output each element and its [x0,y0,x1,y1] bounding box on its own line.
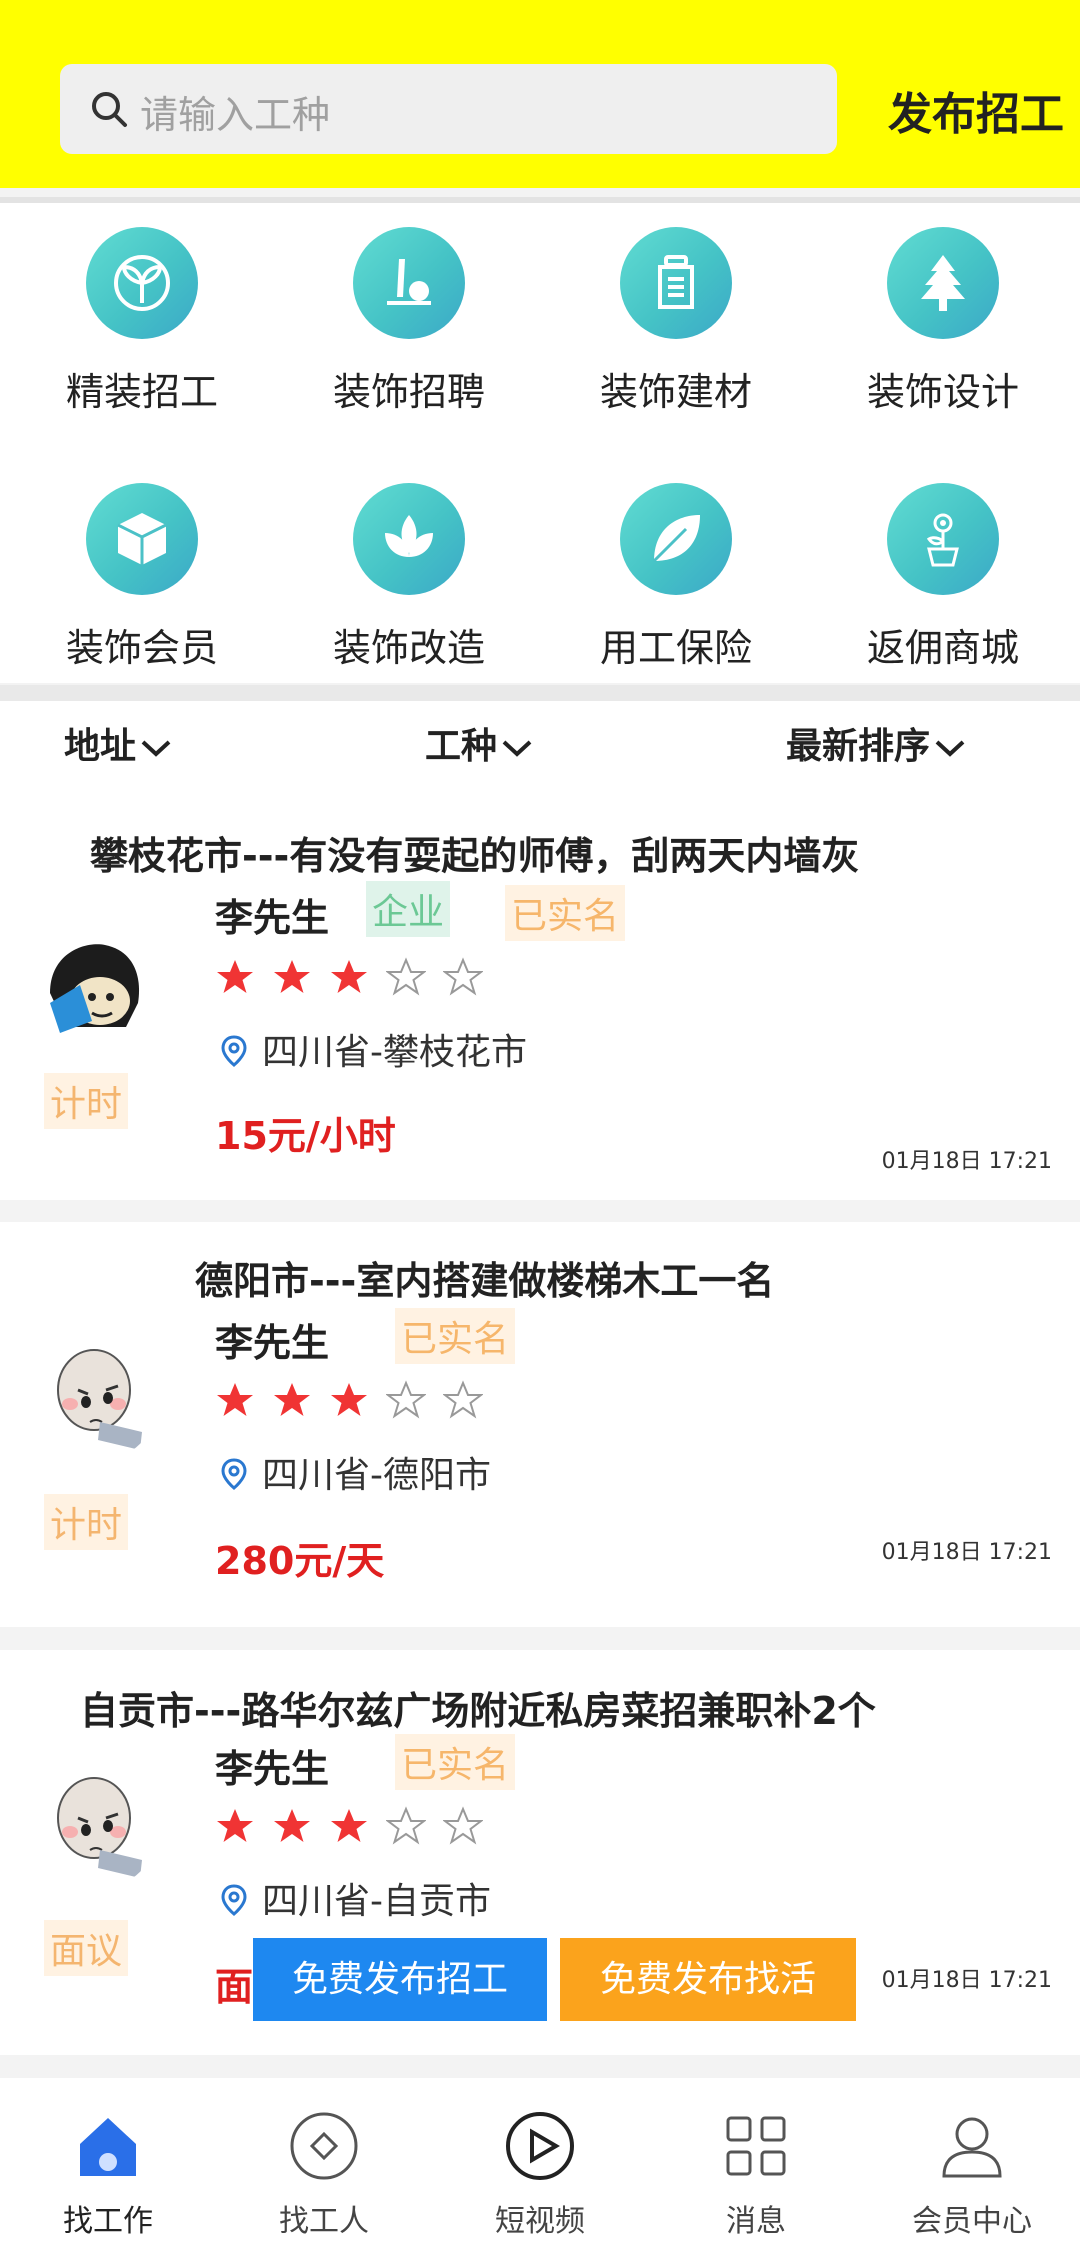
star-empty-icon [442,957,484,996]
star-empty-icon [385,1380,427,1419]
filter-work-type[interactable]: 工种 [425,717,533,769]
job-time: 01月18日 17:21 [881,1968,1052,1993]
user-icon [942,2117,1002,2178]
filter-sort[interactable]: 最新排序 [786,717,966,769]
category-item-shangcheng[interactable]: 返佣商城 [808,483,1078,672]
tab-member-center[interactable]: 会员中心 [864,2108,1080,2240]
star-empty-icon [442,1380,484,1419]
star-filled-icon [274,1383,310,1416]
star-filled-icon [274,1809,310,1842]
location-pin-icon [221,1884,247,1916]
job-title: 自贡市---路华尔兹广场附近私房菜招兼职补2个 [80,1689,876,1733]
star-filled-icon [217,1383,253,1416]
location-pin-icon [221,1458,247,1490]
avatar [30,1332,160,1462]
verified-badge: 已实名 [395,1734,516,1790]
star-filled-icon [217,1809,253,1842]
job-time: 01月18日 17:21 [881,1149,1052,1174]
pay-type-badge: 计时 [44,1073,129,1129]
chevron-down-icon [935,740,965,757]
category-item-jiancai[interactable]: 装饰建材 [541,227,811,416]
star-filled-icon [331,1809,367,1842]
poster-name: 李先生 [215,896,330,940]
verified-badge: 已实名 [395,1308,516,1364]
filter-address[interactable]: 地址 [64,717,172,769]
category-item-jingzhuang[interactable]: 精装招工 [7,227,277,416]
jar-icon [620,227,732,339]
tree-icon [887,227,999,339]
job-time: 01月18日 17:21 [881,1540,1052,1565]
tab-short-video[interactable]: 短视频 [432,2108,648,2240]
filter-bar: 地址 工种 最新排序 [0,701,1080,805]
chevron-down-icon [502,740,532,757]
job-price: 280元/天 [215,1539,385,1583]
pay-type-badge: 面议 [44,1920,129,1976]
job-title: 攀枝花市---有没有耍起的师傅，刮两天内墙灰 [90,834,860,878]
flower-pot-icon [887,483,999,595]
leaf-icon [620,483,732,595]
category-item-sheji[interactable]: 装饰设计 [808,227,1078,416]
category-item-gaizao[interactable]: 装饰改造 [274,483,544,672]
star-filled-icon [331,960,367,993]
poster-name: 李先生 [215,1321,330,1365]
category-item-baoxian[interactable]: 用工保险 [541,483,811,672]
rating-stars [215,1806,500,1850]
job-title: 德阳市---室内搭建做楼梯木工一名 [195,1259,775,1303]
category-grid: 精装招工 装饰招聘 装饰建材 装饰设计 装饰会员 装饰改造 用工保险 返佣商城 [0,203,1080,683]
box-icon [86,483,198,595]
lamp-icon [353,227,465,339]
tab-messages[interactable]: 消息 [648,2108,864,2240]
location-pin-icon [221,1035,247,1067]
rating-stars [215,957,500,1001]
job-location: 四川省-自贡市 [220,1872,491,1924]
job-location: 四川省-德阳市 [220,1446,491,1498]
bottom-tab-bar: 找工作 找工人 短视频 消息 会员中心 [0,2078,1080,2241]
job-price: 15元/小时 [215,1114,396,1158]
star-filled-icon [274,960,310,993]
search-placeholder: 请输入工种 [140,93,331,137]
poster-name: 李先生 [215,1747,330,1791]
category-item-zhuangshi-zhaopin[interactable]: 装饰招聘 [274,227,544,416]
search-icon [92,92,127,127]
publish-job-button[interactable]: 发布招工 [888,78,1064,142]
lotus-icon [353,483,465,595]
enterprise-badge: 企业 [366,881,451,937]
diamond-circle-icon [290,2112,358,2180]
verified-badge: 已实名 [505,885,626,941]
avatar [30,1760,160,1890]
star-filled-icon [331,1383,367,1416]
grid-icon [726,2116,786,2176]
star-filled-icon [217,960,253,993]
chevron-down-icon [141,740,171,757]
play-circle-icon [506,2112,574,2180]
tab-find-worker[interactable]: 找工人 [216,2108,432,2240]
job-price: 面 [215,1965,254,2009]
job-card[interactable]: 德阳市---室内搭建做楼梯木工一名 李先生 已实名 四川省-德阳市 计时 280… [0,1222,1080,1627]
tab-find-work[interactable]: 找工作 [0,2108,216,2240]
avatar [30,923,160,1053]
top-header: 请输入工种 发布招工 [0,0,1080,188]
job-card[interactable]: 攀枝花市---有没有耍起的师傅，刮两天内墙灰 李先生 企业 已实名 四川省-攀枝… [0,805,1080,1200]
free-post-job-button[interactable]: 免费发布招工 [253,1938,547,2021]
rating-stars [215,1380,500,1424]
star-empty-icon [385,957,427,996]
sprout-icon [86,227,198,339]
divider [0,685,1080,701]
star-empty-icon [385,1806,427,1845]
job-location: 四川省-攀枝花市 [220,1023,527,1075]
star-empty-icon [442,1806,484,1845]
search-input[interactable]: 请输入工种 [60,64,837,154]
pay-type-badge: 计时 [44,1494,129,1550]
category-item-huiyuan[interactable]: 装饰会员 [7,483,277,672]
free-find-work-button[interactable]: 免费发布找活 [560,1938,856,2021]
home-icon [80,2118,136,2176]
